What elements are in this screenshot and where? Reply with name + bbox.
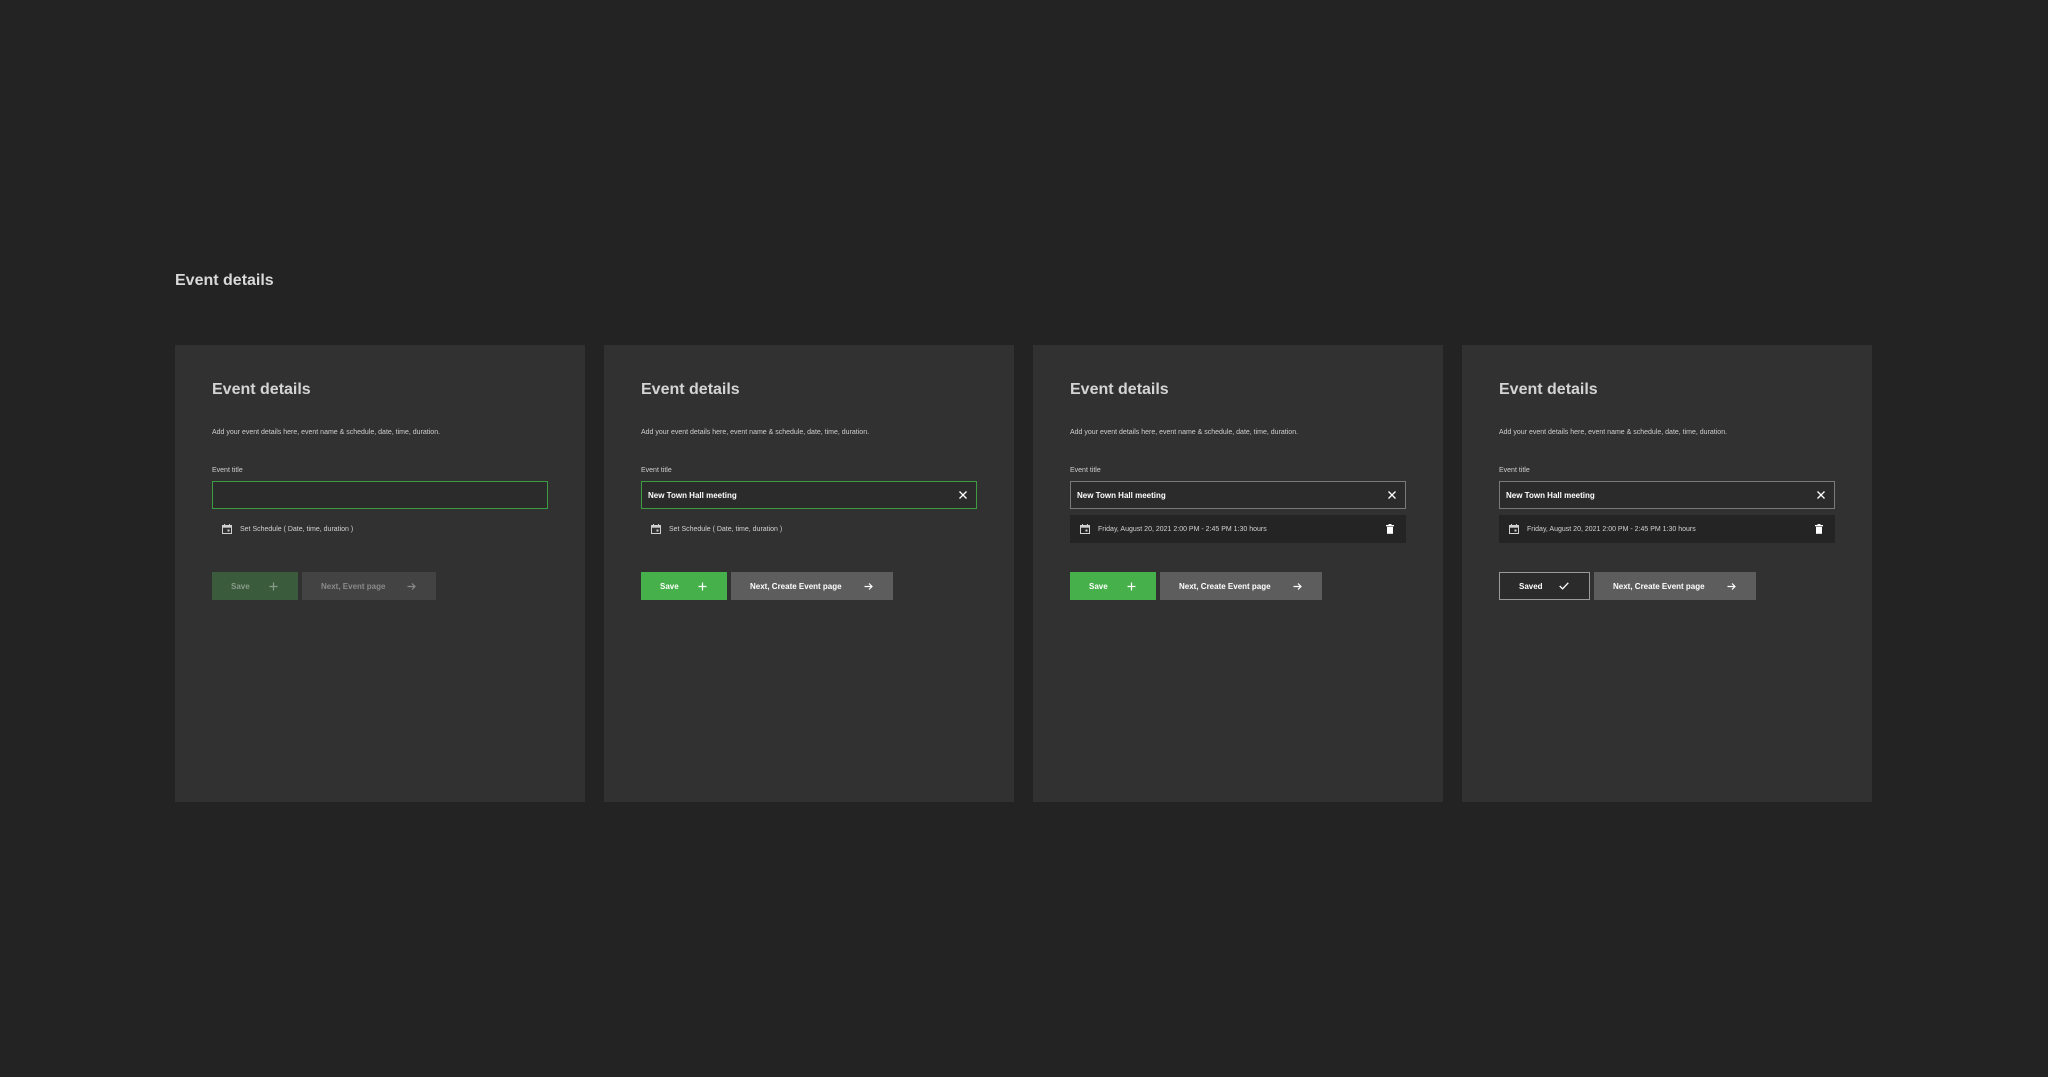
arrow-right-icon <box>862 580 874 592</box>
event-title-label: Event title <box>212 467 243 474</box>
set-schedule-button[interactable]: Set Schedule ( Date, time, duration ) <box>641 515 977 543</box>
event-title-input[interactable]: New Town Hall meeting <box>641 481 977 509</box>
save-button-label: Save <box>660 581 679 591</box>
event-title-label: Event title <box>1070 467 1101 474</box>
plus-icon <box>696 580 708 592</box>
event-details-panel-empty: Event details Add your event details her… <box>175 345 585 802</box>
save-button[interactable]: Save <box>1070 572 1156 600</box>
panel-description: Add your event details here, event name … <box>1499 429 1728 436</box>
schedule-summary[interactable]: Friday, August 20, 2021 2:00 PM - 2:45 P… <box>1499 515 1835 543</box>
event-title-label: Event title <box>1499 467 1530 474</box>
trash-icon[interactable] <box>1813 523 1825 535</box>
close-icon[interactable] <box>956 488 970 502</box>
check-icon <box>1558 580 1570 592</box>
schedule-text: Set Schedule ( Date, time, duration ) <box>669 525 783 533</box>
trash-icon[interactable] <box>1384 523 1396 535</box>
event-title-value: New Town Hall meeting <box>1077 490 1166 500</box>
next-button[interactable]: Next, Create Event page <box>731 572 893 600</box>
close-icon[interactable] <box>1814 488 1828 502</box>
schedule-text: Set Schedule ( Date, time, duration ) <box>240 525 354 533</box>
plus-icon <box>267 580 279 592</box>
calendar-icon <box>222 523 234 535</box>
page-heading: Event details <box>175 272 274 289</box>
next-button-label: Next, Create Event page <box>1179 581 1271 591</box>
event-details-panel-schedule-set: Event details Add your event details her… <box>1033 345 1443 802</box>
save-button-label: Save <box>1089 581 1108 591</box>
panel-title: Event details <box>1499 381 1598 398</box>
panel-description: Add your event details here, event name … <box>212 429 441 436</box>
arrow-right-icon <box>405 580 417 592</box>
calendar-icon <box>651 523 663 535</box>
panel-description: Add your event details here, event name … <box>641 429 870 436</box>
event-title-value: New Town Hall meeting <box>1506 490 1595 500</box>
next-button-label: Next, Event page <box>321 581 386 591</box>
save-button-label: Save <box>231 581 250 591</box>
event-title-input[interactable]: New Town Hall meeting <box>1499 481 1835 509</box>
next-button-label: Next, Create Event page <box>750 581 842 591</box>
event-title-input[interactable]: New Town Hall meeting <box>1070 481 1406 509</box>
next-button[interactable]: Next, Create Event page <box>1594 572 1756 600</box>
next-button[interactable]: Next, Create Event page <box>1160 572 1322 600</box>
event-details-panel-title-entered: Event details Add your event details her… <box>604 345 1014 802</box>
save-button[interactable]: Save <box>212 572 298 600</box>
panel-title: Event details <box>1070 381 1169 398</box>
close-icon[interactable] <box>1385 488 1399 502</box>
schedule-text: Friday, August 20, 2021 2:00 PM - 2:45 P… <box>1527 525 1696 533</box>
next-button-label: Next, Create Event page <box>1613 581 1705 591</box>
saved-button-label: Saved <box>1519 581 1543 591</box>
event-title-input[interactable] <box>212 481 548 509</box>
set-schedule-button[interactable]: Set Schedule ( Date, time, duration ) <box>212 515 548 543</box>
event-title-value: New Town Hall meeting <box>648 490 737 500</box>
arrow-right-icon <box>1725 580 1737 592</box>
panel-description: Add your event details here, event name … <box>1070 429 1299 436</box>
schedule-text: Friday, August 20, 2021 2:00 PM - 2:45 P… <box>1098 525 1267 533</box>
saved-button[interactable]: Saved <box>1499 572 1590 600</box>
save-button[interactable]: Save <box>641 572 727 600</box>
schedule-summary[interactable]: Friday, August 20, 2021 2:00 PM - 2:45 P… <box>1070 515 1406 543</box>
calendar-icon <box>1509 523 1521 535</box>
panel-title: Event details <box>641 381 740 398</box>
event-title-label: Event title <box>641 467 672 474</box>
plus-icon <box>1125 580 1137 592</box>
calendar-icon <box>1080 523 1092 535</box>
panel-title: Event details <box>212 381 311 398</box>
next-button[interactable]: Next, Event page <box>302 572 436 600</box>
event-details-panel-saved: Event details Add your event details her… <box>1462 345 1872 802</box>
arrow-right-icon <box>1291 580 1303 592</box>
